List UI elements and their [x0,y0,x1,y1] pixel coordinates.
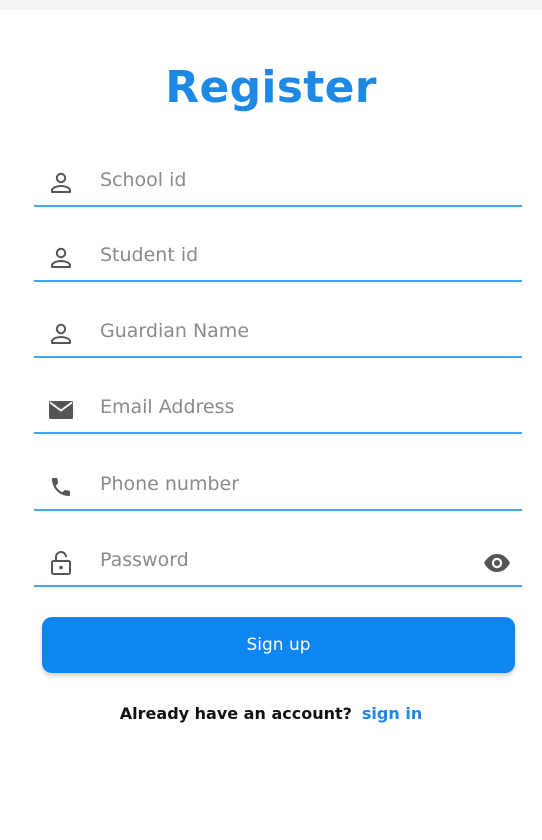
phone-placeholder: Phone number [100,473,240,495]
signin-prompt: Already have an account? sign in [0,704,542,723]
signin-prompt-text: Already have an account? [119,704,352,723]
student-id-placeholder: Student id [100,244,199,266]
lock-icon [46,551,76,575]
eye-icon[interactable] [482,552,512,574]
person-icon [46,171,76,195]
school-id-field[interactable]: School id [34,159,522,207]
phone-icon [46,475,76,499]
page-title: Register [165,62,377,113]
email-field[interactable]: Email Address [34,386,522,434]
school-id-placeholder: School id [100,169,187,191]
password-field[interactable]: Password [34,539,522,587]
register-screen: Register School id Student id Guardian N… [0,10,542,840]
sign-in-link[interactable]: sign in [362,704,422,723]
email-placeholder: Email Address [100,396,235,418]
student-id-field[interactable]: Student id [34,234,522,282]
person-icon [46,322,76,346]
guardian-name-placeholder: Guardian Name [100,320,250,342]
password-placeholder: Password [100,549,189,571]
mail-icon [46,398,76,422]
guardian-name-field[interactable]: Guardian Name [34,310,522,358]
person-icon [46,246,76,270]
sign-up-button[interactable]: Sign up [42,617,515,673]
phone-field[interactable]: Phone number [34,463,522,511]
